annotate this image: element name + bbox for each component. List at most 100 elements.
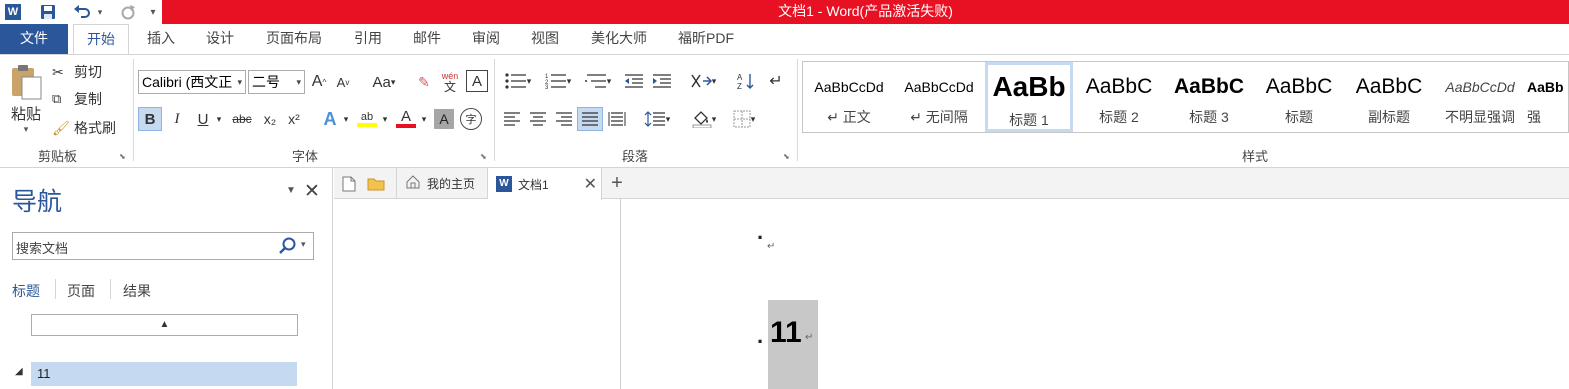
tab-view[interactable]: 视图: [520, 24, 570, 54]
tab-meihua[interactable]: 美化大师: [580, 24, 658, 54]
highlight-button[interactable]: ab: [355, 107, 379, 131]
nav-tab-results[interactable]: 结果: [123, 281, 151, 301]
tab-review[interactable]: 审阅: [461, 24, 511, 54]
numbering-button[interactable]: 1 2 3 ▾: [540, 69, 576, 93]
paste-dropdown-icon[interactable]: ▾: [24, 124, 29, 135]
cut-button[interactable]: ✂ 剪切: [52, 61, 102, 83]
tab-document-1[interactable]: W 文档1 ✕: [488, 168, 602, 200]
justify-icon[interactable]: [577, 107, 603, 131]
clipboard-launcher-icon[interactable]: ⬊: [119, 152, 128, 161]
font-color-dropdown-icon[interactable]: ▾: [418, 107, 430, 131]
group-label-font: 字体: [291, 149, 318, 164]
style-heading-3[interactable]: AaBbC 标题 3: [1165, 62, 1253, 132]
align-center-icon[interactable]: [526, 107, 550, 131]
font-color-button[interactable]: A: [394, 107, 418, 131]
search-placeholder: 搜索文档: [16, 241, 69, 256]
character-border-button[interactable]: A: [466, 70, 488, 92]
multilevel-list-button[interactable]: ▾: [580, 69, 616, 93]
clear-formatting-icon[interactable]: ✎: [414, 70, 434, 94]
borders-icon: [733, 110, 751, 128]
style-heading-2[interactable]: AaBbC 标题 2: [1075, 62, 1163, 132]
tab-my-home[interactable]: 我的主页: [396, 168, 488, 199]
tab-insert[interactable]: 插入: [136, 24, 186, 54]
strikethrough-button[interactable]: abc: [228, 107, 256, 131]
shrink-font-button[interactable]: Av: [333, 70, 353, 94]
nav-heading-text: 11: [37, 366, 51, 381]
style-strong[interactable]: AaBb 强: [1527, 62, 1569, 132]
new-document-icon[interactable]: [342, 168, 360, 199]
font-launcher-icon[interactable]: ⬊: [480, 152, 489, 161]
change-case-button[interactable]: Aa ▾: [366, 70, 402, 94]
paragraph-mark: ↵: [805, 332, 814, 343]
borders-button[interactable]: ▾: [726, 107, 762, 131]
open-folder-icon[interactable]: [367, 168, 387, 199]
paragraph-launcher-icon[interactable]: ⬊: [783, 152, 792, 161]
paragraph-shading-button[interactable]: ▾: [686, 107, 722, 131]
font-name-combo[interactable]: Calibri (西文正 ▾: [138, 70, 246, 94]
close-icon[interactable]: ✕: [584, 174, 597, 194]
style-heading-1[interactable]: AaBb 标题 1: [985, 62, 1073, 132]
search-input[interactable]: 搜索文档 ▾: [12, 232, 314, 260]
italic-button[interactable]: I: [165, 107, 189, 131]
superscript-button[interactable]: x²: [282, 107, 306, 131]
tab-design[interactable]: 设计: [195, 24, 245, 54]
highlight-dropdown-icon[interactable]: ▾: [379, 107, 391, 131]
style-normal[interactable]: AaBbCcDd ↵ 正文: [805, 62, 893, 132]
collapse-triangle-icon[interactable]: ◢: [15, 366, 23, 377]
nav-heading-item[interactable]: 11: [31, 362, 297, 386]
nav-options-icon[interactable]: ▼: [286, 185, 296, 196]
group-label-clipboard: 剪贴板: [37, 149, 77, 164]
text-effects-button[interactable]: A: [318, 107, 342, 131]
heading-bullet: .: [757, 323, 764, 348]
style-title[interactable]: AaBbC 标题: [1255, 62, 1343, 132]
grow-font-button[interactable]: A ^: [309, 70, 329, 94]
style-subtle-emphasis[interactable]: AaBbCcDd 不明显强调: [1435, 62, 1525, 132]
tab-references[interactable]: 引用: [343, 24, 393, 54]
close-icon[interactable]: ✕: [304, 180, 320, 203]
align-right-icon[interactable]: [552, 107, 576, 131]
heading-1-block[interactable]: 11 ↵: [768, 300, 818, 389]
show-marks-icon[interactable]: ↵: [764, 69, 788, 93]
align-left-icon[interactable]: [500, 107, 524, 131]
copy-button[interactable]: ⧉ 复制: [52, 88, 102, 110]
save-icon[interactable]: [36, 2, 60, 22]
nav-scroll-up-button[interactable]: ▲: [31, 314, 298, 336]
nav-tab-headings[interactable]: 标题: [12, 281, 40, 301]
phonetic-guide-button[interactable]: wén 文: [439, 69, 461, 95]
search-dropdown-icon[interactable]: ▾: [301, 239, 306, 250]
tab-home[interactable]: 开始: [73, 24, 129, 55]
line-spacing-button[interactable]: ▾: [638, 107, 676, 131]
tab-foxit-pdf[interactable]: 福昕PDF: [668, 24, 744, 54]
increase-indent-icon[interactable]: [650, 69, 674, 93]
sort-icon[interactable]: AZ: [734, 69, 758, 93]
divider: [55, 279, 56, 299]
undo-dropdown-icon[interactable]: ▾: [94, 2, 106, 22]
bold-button[interactable]: B: [138, 107, 162, 131]
numbering-icon: 123: [545, 74, 566, 89]
nav-tab-pages[interactable]: 页面: [67, 281, 95, 301]
customize-toolbar-icon[interactable]: ▾: [146, 2, 160, 22]
add-tab-button[interactable]: +: [604, 168, 630, 199]
format-painter-button[interactable]: 🖌 格式刷: [52, 117, 116, 139]
search-icon[interactable]: [278, 236, 298, 259]
bullets-button[interactable]: ▾: [500, 69, 536, 93]
undo-icon[interactable]: [70, 2, 94, 22]
underline-dropdown-icon[interactable]: ▾: [212, 107, 226, 131]
style-subtitle[interactable]: AaBbC 副标题: [1345, 62, 1433, 132]
subscript-button[interactable]: x₂: [258, 107, 282, 131]
enclose-characters-button[interactable]: 字: [460, 108, 482, 130]
tab-layout[interactable]: 页面布局: [254, 24, 334, 54]
redo-icon[interactable]: [116, 2, 140, 22]
text-effects-dropdown-icon[interactable]: ▾: [340, 107, 352, 131]
paste-button[interactable]: 粘贴 ▾: [6, 59, 46, 139]
word-app-icon[interactable]: W: [2, 2, 24, 22]
distributed-icon[interactable]: [605, 107, 629, 131]
tab-mailings[interactable]: 邮件: [402, 24, 452, 54]
character-shading-button[interactable]: A: [434, 109, 454, 129]
chinese-layout-button[interactable]: ▾: [684, 69, 722, 93]
font-size-combo[interactable]: 二号 ▾: [248, 70, 305, 94]
decrease-indent-icon[interactable]: [622, 69, 646, 93]
tab-file[interactable]: 文件: [0, 24, 68, 54]
styles-gallery: AaBbCcDd ↵ 正文 AaBbCcDd ↵ 无间隔 AaBb 标题 1 A…: [802, 61, 1569, 133]
style-no-spacing[interactable]: AaBbCcDd ↵ 无间隔: [895, 62, 983, 132]
